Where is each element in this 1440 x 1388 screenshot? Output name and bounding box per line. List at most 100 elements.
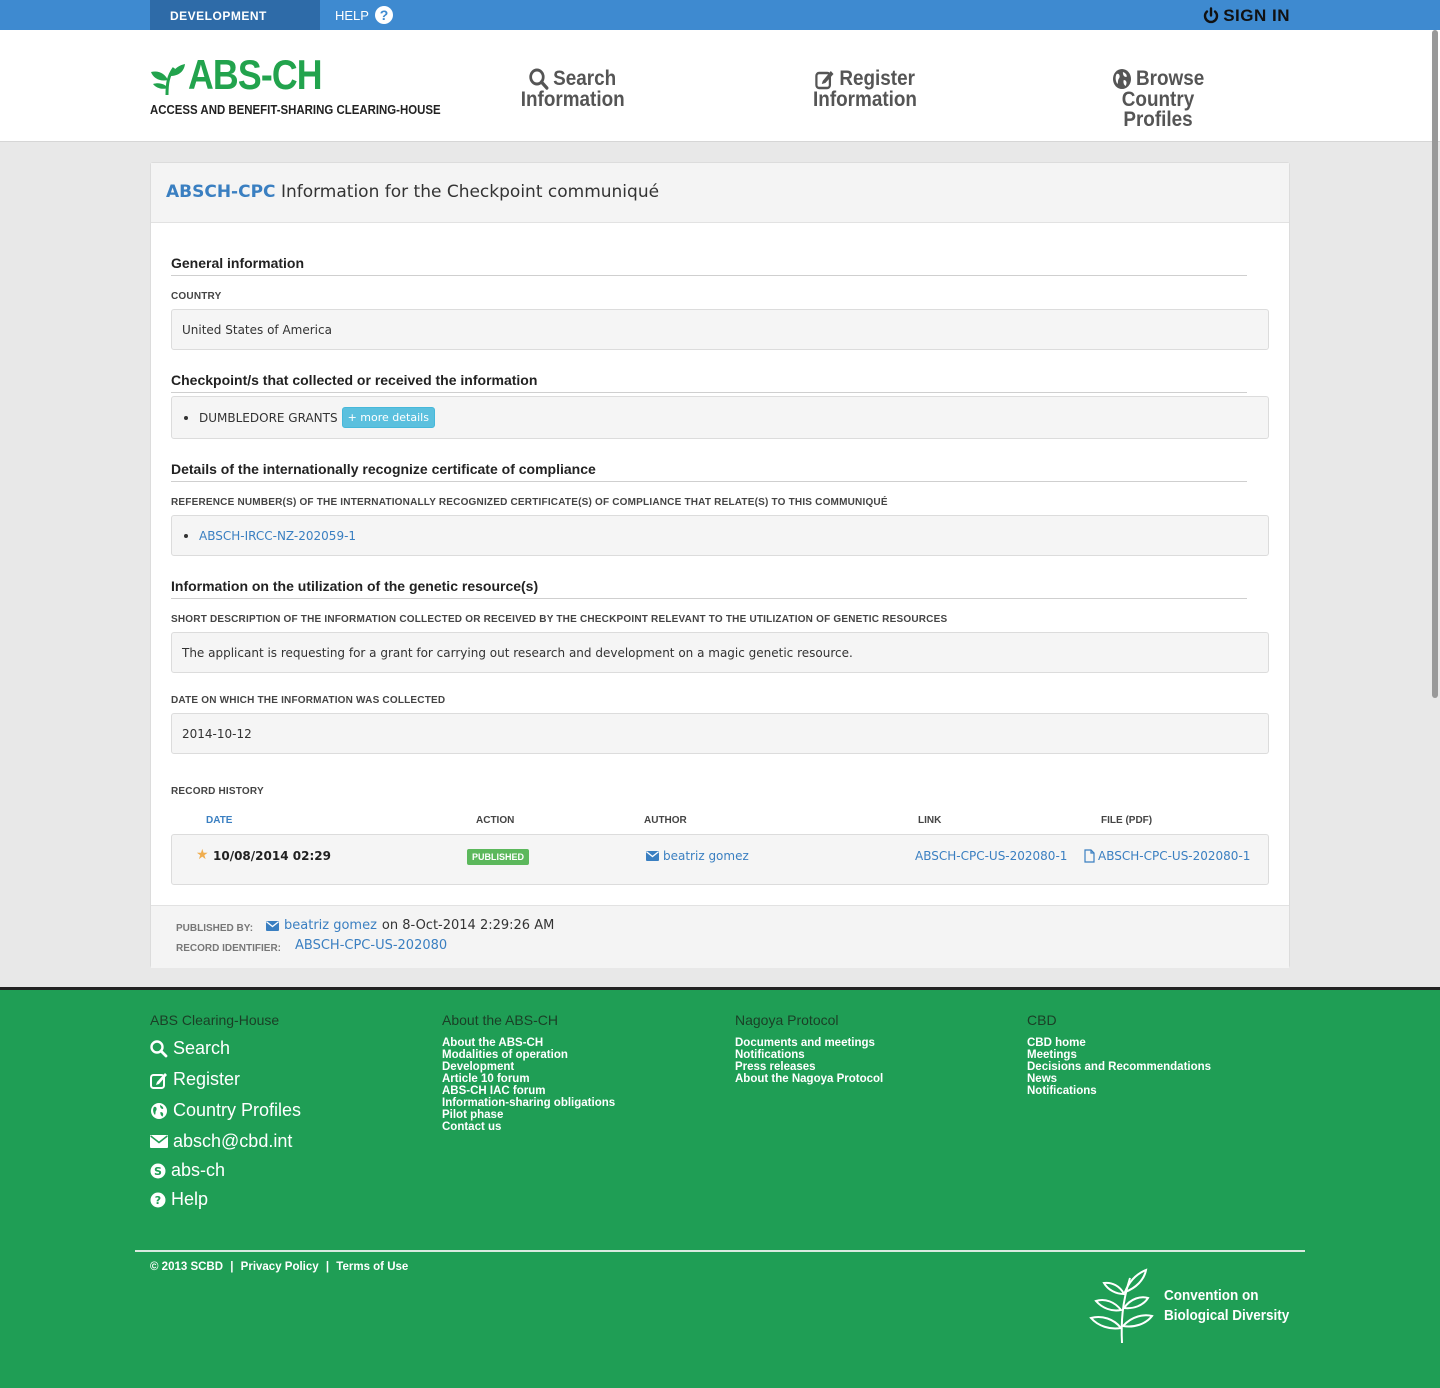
footer-link[interactable]: Press releases <box>735 1061 883 1073</box>
nav-browse-country-profiles[interactable]: Browse Country Profiles <box>1086 68 1230 130</box>
published-date: on 8-Oct-2014 2:29:26 AM <box>381 918 555 933</box>
power-icon <box>1204 7 1219 24</box>
envelope-icon <box>646 851 659 861</box>
nav-browse-line2: Country Profiles <box>1121 88 1195 131</box>
envelope-icon <box>150 1135 168 1148</box>
description-box: The applicant is requesting for a grant … <box>171 632 1269 673</box>
edit-icon <box>150 1072 167 1089</box>
section-checkpoints: Checkpoint/s that collected or received … <box>171 372 1247 393</box>
country-value-box: United States of America <box>171 309 1269 350</box>
history-col-file: FILE (PDF) <box>1101 815 1153 826</box>
cbd-leaf-icon <box>1089 1268 1154 1344</box>
globe-icon <box>151 1102 167 1119</box>
footer-link[interactable]: Notifications <box>735 1049 883 1061</box>
footer-link[interactable]: News <box>1027 1073 1211 1085</box>
footer-link[interactable]: About the Nagoya Protocol <box>735 1073 883 1085</box>
nav-register-information[interactable]: Register Information <box>811 68 919 110</box>
cbd-name-line1: Convention on <box>1164 1287 1259 1304</box>
abs-ch-logo[interactable]: ABS-CH ACCESS AND BENEFIT-SHARING CLEARI… <box>150 51 480 118</box>
terms-of-use-link[interactable]: Terms of Use <box>336 1261 408 1273</box>
nav-search-line2: Information <box>520 88 625 111</box>
globe-icon <box>1112 69 1131 89</box>
envelope-icon <box>266 920 279 931</box>
ircc-link[interactable]: ABSCH-IRCC-NZ-202059-1 <box>199 529 356 543</box>
footer-cbd-links: CBD home Meetings Decisions and Recommen… <box>1027 1037 1211 1097</box>
footer-link[interactable]: Modalities of operation <box>442 1049 615 1061</box>
more-details-button[interactable]: + more details <box>341 407 435 428</box>
history-col-link: LINK <box>918 815 942 826</box>
footer-link[interactable]: About the ABS-CH <box>442 1037 615 1049</box>
country-value: United States of America <box>182 322 332 337</box>
section-certificate: Details of the internationally recognize… <box>171 461 1247 482</box>
search-icon <box>150 1039 168 1057</box>
nav-browse-line1: Browse <box>1136 67 1205 90</box>
footer-link[interactable]: Article 10 forum <box>442 1073 615 1085</box>
history-file[interactable]: ABSCH-CPC-US-202080-1 <box>1084 849 1250 863</box>
history-col-date[interactable]: DATE <box>206 815 232 826</box>
nav-register-line2: Information <box>813 88 917 111</box>
footer-link[interactable]: CBD home <box>1027 1037 1211 1049</box>
copyright: © 2013 SCBD <box>150 1261 224 1273</box>
footer-email-link[interactable]: absch@cbd.int <box>150 1131 292 1152</box>
help-link[interactable]: HELP ? <box>335 0 393 30</box>
footer-link[interactable]: Decisions and Recommendations <box>1027 1061 1211 1073</box>
edit-icon <box>815 71 834 90</box>
footer-search-link[interactable]: Search <box>150 1038 230 1059</box>
ircc-label: REFERENCE NUMBER(S) OF THE INTERNATIONAL… <box>171 497 888 508</box>
page-scrollbar[interactable] <box>1432 30 1438 698</box>
footer-help-label: Help <box>171 1189 209 1209</box>
cbd-logo[interactable]: Convention on Biological Diversity <box>1088 1268 1303 1344</box>
footer-link[interactable]: Contact us <box>442 1121 615 1133</box>
logo-subtitle: ACCESS AND BENEFIT-SHARING CLEARING-HOUS… <box>150 102 441 117</box>
record-title-text: Information for the Checkpoint communiqu… <box>280 182 660 202</box>
logo-title: ABS-CH <box>188 51 323 98</box>
help-icon: ? <box>150 1192 166 1207</box>
footer-register-link[interactable]: Register <box>150 1069 240 1090</box>
footer-about-links: About the ABS-CH Modalities of operation… <box>442 1037 615 1133</box>
history-author-link[interactable]: beatriz gomez <box>663 849 749 863</box>
footer-country-profiles-label: Country Profiles <box>173 1100 302 1120</box>
history-author[interactable]: beatriz gomez <box>646 849 749 863</box>
footer-link[interactable]: Notifications <box>1027 1085 1211 1097</box>
record-history-label: RECORD HISTORY <box>171 786 264 797</box>
help-label: HELP <box>335 8 369 23</box>
footer-link[interactable]: Documents and meetings <box>735 1037 883 1049</box>
skype-icon: S <box>150 1163 166 1178</box>
history-record-link[interactable]: ABSCH-CPC-US-202080-1 <box>915 849 1067 863</box>
history-date: 10/08/2014 02:29 <box>213 849 331 863</box>
sign-in-button[interactable]: SIGN IN <box>1202 6 1290 26</box>
nav-search-information[interactable]: Search Information <box>521 68 625 110</box>
record-identifier-link[interactable]: ABSCH-CPC-US-202080 <box>295 938 447 953</box>
checkpoint-list: DUMBLEDORE GRANTS + more details <box>171 396 1269 439</box>
help-icon: ? <box>374 6 393 24</box>
footer-link[interactable]: Meetings <box>1027 1049 1211 1061</box>
published-badge: PUBLISHED <box>467 849 530 865</box>
description-value: The applicant is requesting for a grant … <box>182 645 853 660</box>
footer-link[interactable]: ABS-CH IAC forum <box>442 1085 615 1097</box>
history-file-link[interactable]: ABSCH-CPC-US-202080-1 <box>1098 849 1250 863</box>
footer-divider <box>135 1250 1305 1252</box>
list-bullet <box>184 533 188 538</box>
date-collected-value: 2014-10-12 <box>182 726 252 741</box>
search-icon <box>529 68 549 90</box>
star-icon: ★ <box>196 847 209 863</box>
publisher-link[interactable]: beatriz gomez <box>284 918 377 933</box>
record-card: ABSCH-CPC Information for the Checkpoint… <box>150 162 1290 968</box>
footer-help-link[interactable]: ? Help <box>150 1189 208 1210</box>
privacy-policy-link[interactable]: Privacy Policy <box>241 1261 319 1273</box>
top-bar: DEVELOPMENT HELP ? SIGN IN <box>0 0 1440 30</box>
footer-link[interactable]: Pilot phase <box>442 1109 615 1121</box>
footer-country-profiles-link[interactable]: Country Profiles <box>150 1100 301 1121</box>
footer-link[interactable]: Information-sharing obligations <box>442 1097 615 1109</box>
cbd-name: Convention on Biological Diversity <box>1164 1286 1289 1326</box>
footer-link[interactable]: Development <box>442 1061 615 1073</box>
date-collected-box: 2014-10-12 <box>171 713 1269 754</box>
environment-tab[interactable]: DEVELOPMENT <box>150 0 320 30</box>
separator: | <box>325 1261 330 1273</box>
record-meta: PUBLISHED BY: beatriz gomez on 8-Oct-201… <box>151 905 1289 968</box>
footer-skype-link[interactable]: S abs-ch <box>150 1160 225 1181</box>
footer-legal: © 2013 SCBD | Privacy Policy | Terms of … <box>150 1261 408 1273</box>
footer-email-label: absch@cbd.int <box>173 1131 293 1151</box>
table-row: ★ 10/08/2014 02:29 PUBLISHED beatriz gom… <box>171 834 1269 885</box>
history-col-author: AUTHOR <box>644 815 687 826</box>
